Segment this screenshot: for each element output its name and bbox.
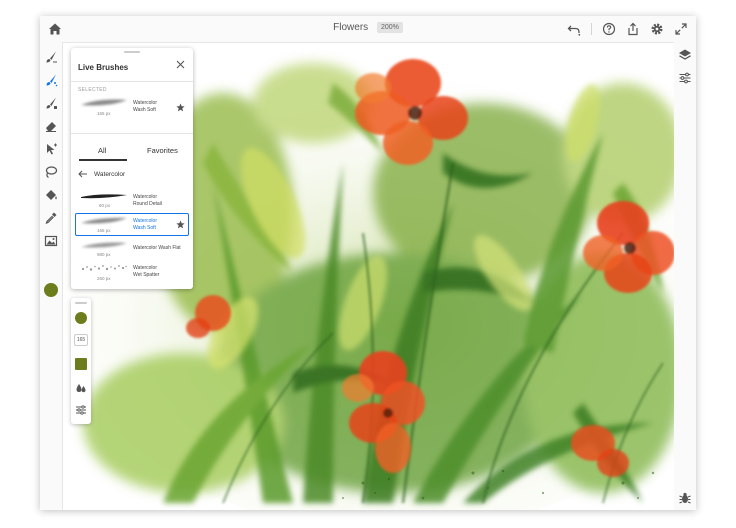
brush-size: 165 px xyxy=(97,228,111,233)
brush-item-wet-spatter[interactable]: 260 px Watercolor Wet Spatter xyxy=(71,262,193,284)
zoom-level[interactable]: 200% xyxy=(376,22,403,33)
active-tab-indicator xyxy=(79,159,127,161)
tab-all[interactable]: All xyxy=(98,146,106,155)
round-detail-stroke-preview xyxy=(81,194,127,199)
toolbar-divider xyxy=(591,23,592,35)
panel-title: Live Brushes xyxy=(78,63,129,72)
brush-name: Watercolor Wash Flat xyxy=(133,245,181,251)
brush-color-button[interactable] xyxy=(75,312,87,324)
brush-name: Watercolor Wet Spatter xyxy=(133,265,160,278)
undo-icon[interactable] xyxy=(567,22,581,36)
live-brush-icon[interactable] xyxy=(44,73,58,87)
app-window: Flowers 200% Live Brushes SELECTED 165 p… xyxy=(40,16,696,510)
color-swatch[interactable] xyxy=(44,283,58,297)
top-actions xyxy=(567,22,688,36)
brush-size: 165 px xyxy=(97,111,111,116)
category-title: Watercolor xyxy=(94,171,126,178)
brush-name: Watercolor Round Detail xyxy=(133,194,162,207)
back-arrow-icon[interactable] xyxy=(78,170,88,178)
pixel-brush-icon[interactable] xyxy=(44,96,58,110)
selected-label: SELECTED xyxy=(78,87,107,93)
layer-properties-icon[interactable] xyxy=(678,71,692,85)
share-icon[interactable] xyxy=(626,22,640,36)
wash-soft-stroke-preview xyxy=(81,217,127,224)
transform-icon[interactable] xyxy=(44,142,58,156)
tab-favorites[interactable]: Favorites xyxy=(147,146,178,155)
document-title[interactable]: Flowers xyxy=(333,22,368,33)
brush-item-wash-soft[interactable]: 165 px Watercolor Wash Soft xyxy=(75,213,189,236)
brush-item-round-detail[interactable]: 60 px Watercolor Round Detail xyxy=(71,189,193,211)
brush-size: 60 px xyxy=(99,203,111,208)
brush-settings-mini-panel: 165 xyxy=(71,298,91,424)
top-bar: Flowers 200% xyxy=(40,16,696,43)
eyedropper-icon[interactable] xyxy=(44,211,58,225)
fullscreen-icon[interactable] xyxy=(674,22,688,36)
lasso-icon[interactable] xyxy=(44,165,58,179)
favorite-star-icon[interactable] xyxy=(176,220,185,229)
image-icon[interactable] xyxy=(44,234,58,248)
brush-settings-icon[interactable] xyxy=(75,404,87,416)
close-icon[interactable] xyxy=(176,60,185,69)
eraser-icon[interactable] xyxy=(44,119,58,133)
panel-divider xyxy=(71,81,193,82)
wash-flat-stroke-preview xyxy=(81,242,127,248)
bug-icon[interactable] xyxy=(678,491,692,505)
brush-size-field[interactable]: 165 xyxy=(74,334,88,346)
panel-divider xyxy=(71,133,193,134)
wet-spatter-stroke-preview xyxy=(81,265,127,271)
wash-soft-stroke-preview xyxy=(81,99,127,106)
water-drops-icon[interactable] xyxy=(75,382,87,394)
brush-item-wash-flat[interactable]: 980 px Watercolor Wash Flat xyxy=(71,238,193,258)
right-toolbar xyxy=(673,42,696,510)
favorite-star-icon[interactable] xyxy=(176,103,185,112)
paint-brush-icon[interactable] xyxy=(44,50,58,64)
layers-icon[interactable] xyxy=(678,48,692,62)
fill-icon[interactable] xyxy=(44,188,58,202)
brush-size: 980 px xyxy=(97,252,111,257)
help-icon[interactable] xyxy=(602,22,616,36)
selected-brush[interactable]: 165 px Watercolor Wash Soft xyxy=(71,94,193,118)
live-brushes-panel: Live Brushes SELECTED 165 px Watercolor W… xyxy=(71,48,193,289)
panel-drag-handle[interactable] xyxy=(124,51,140,53)
brush-size: 260 px xyxy=(97,276,111,281)
settings-icon[interactable] xyxy=(650,22,664,36)
mini-panel-drag-handle[interactable] xyxy=(75,302,87,304)
left-toolbar xyxy=(40,42,63,510)
brush-flow-swatch[interactable] xyxy=(75,358,87,370)
